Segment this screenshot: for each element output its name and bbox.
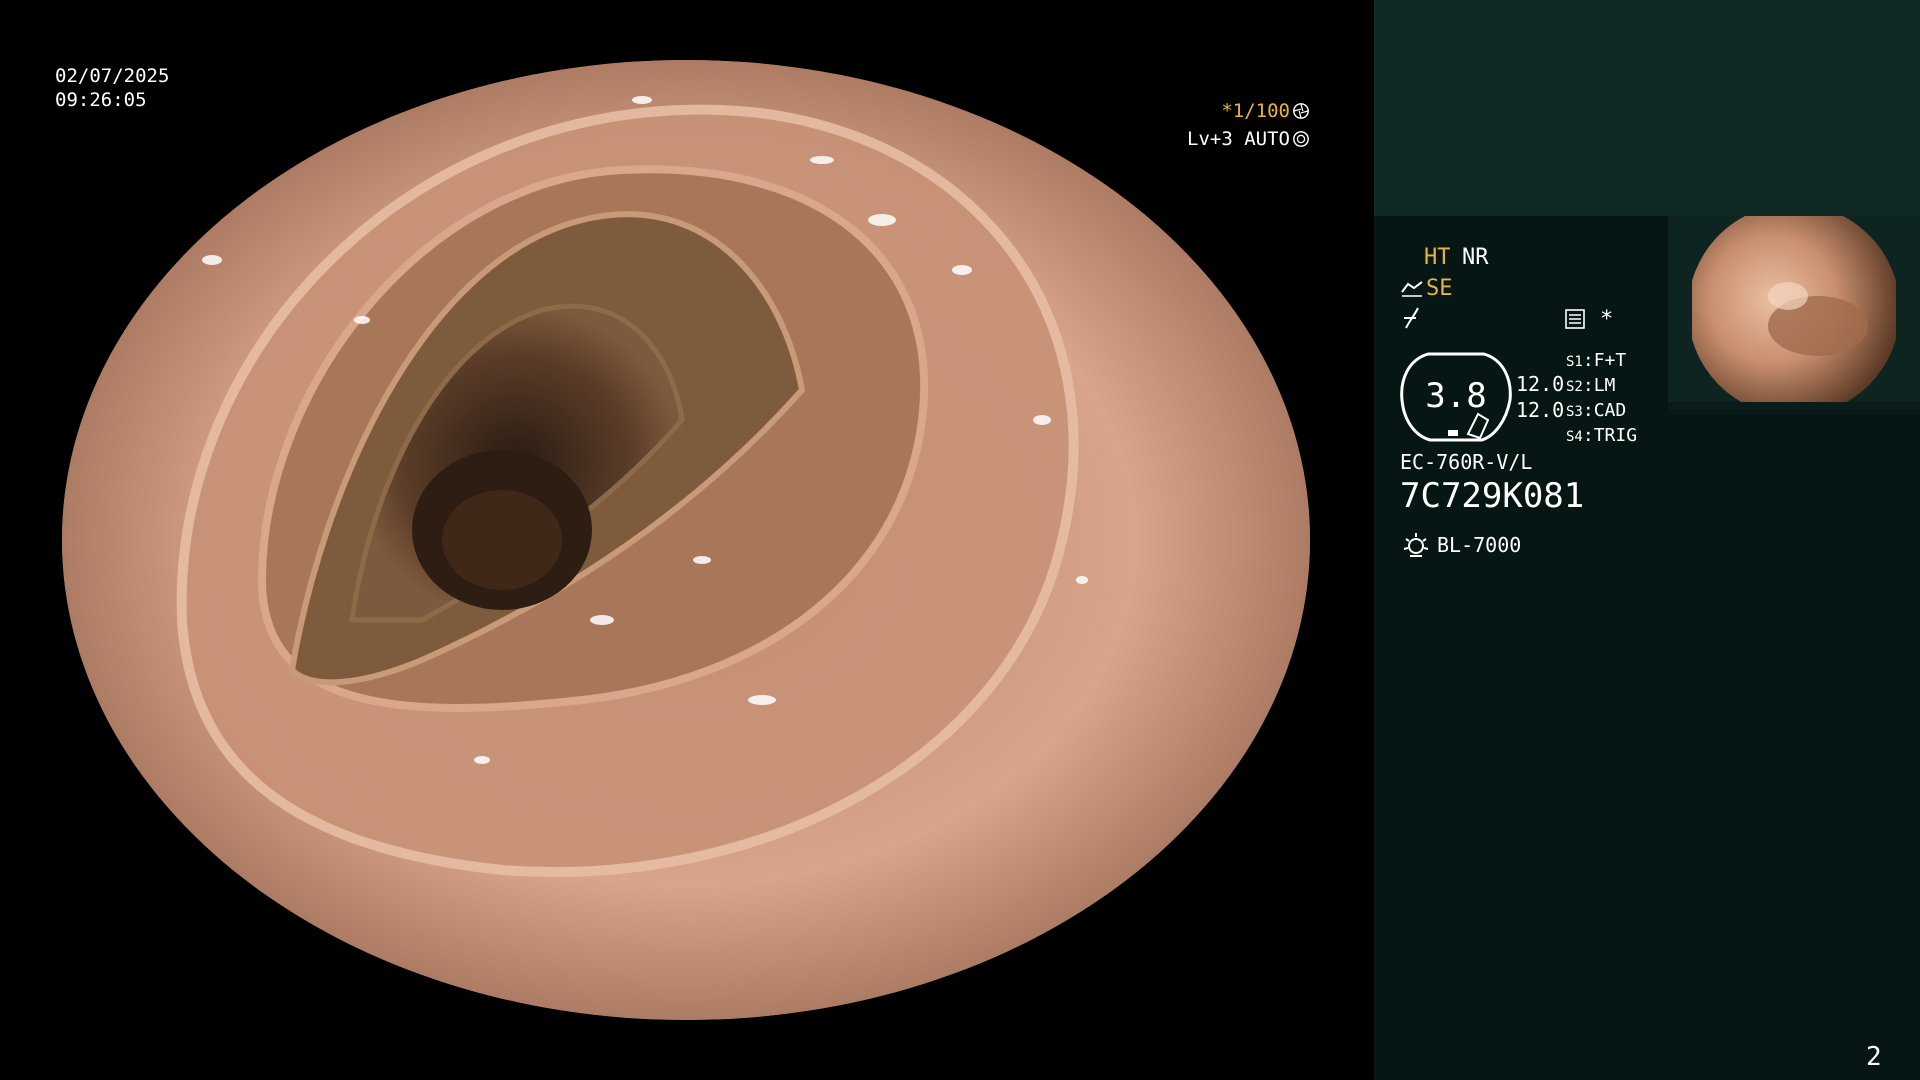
scope-model: EC-760R-V/L — [1400, 450, 1533, 474]
switch-value: F+T — [1593, 350, 1627, 371]
time-label: 09:26:05 — [55, 89, 147, 111]
endoscopy-screen: 02/07/2025 09:26:05 *1/100 Lv+3 AUTO HT … — [0, 0, 1920, 1080]
se-indicator: SE — [1426, 276, 1453, 301]
switch-value: CAD — [1593, 400, 1627, 421]
f-curve-icon — [1404, 307, 1419, 329]
colon-lumen-image — [62, 60, 1310, 1020]
page-number: 2 — [1866, 1042, 1882, 1072]
panel-header-area — [1374, 0, 1920, 216]
capture-thumbnail[interactable] — [1668, 216, 1920, 414]
thumbnail-strip — [1668, 402, 1920, 414]
switch-row-s2: S2:LM — [1566, 375, 1616, 396]
structure-icon — [1565, 309, 1585, 329]
switch-row-s1: S1:F+T — [1566, 350, 1627, 371]
ht-indicator: HT — [1424, 245, 1451, 270]
switch-key: S2 — [1566, 379, 1583, 395]
switch-value: TRIG — [1593, 425, 1638, 446]
asterisk-mark: * — [1600, 307, 1614, 332]
endoscope-view — [62, 60, 1310, 1020]
light-source-icon — [1403, 533, 1429, 557]
date-label: 02/07/2025 — [55, 65, 170, 87]
scope-serial: 7C729K081 — [1400, 476, 1585, 516]
gauge-value: 3.8 — [1425, 376, 1487, 416]
brightness-level: Lv+3 AUTO — [1187, 127, 1310, 151]
switch-key: S1 — [1566, 354, 1583, 370]
shutter-icon — [1293, 103, 1309, 119]
switch-row-s3: S3:CAD — [1566, 400, 1627, 421]
se-icon — [1401, 281, 1423, 297]
level-label: Lv+3 AUTO — [1187, 128, 1290, 150]
shutter-label: *1/100 — [1221, 100, 1290, 122]
auto-iris-icon — [1293, 131, 1309, 147]
thumbnail-image — [1668, 216, 1920, 414]
switch-row-s4: S4:TRIG — [1566, 425, 1638, 446]
value-b: 12.0 — [1516, 398, 1565, 422]
nr-indicator: NR — [1462, 245, 1489, 270]
shutter-speed: *1/100 — [1221, 99, 1310, 123]
switch-key: S3 — [1566, 404, 1583, 420]
switch-key: S4 — [1566, 429, 1583, 445]
light-source-name: BL-7000 — [1437, 533, 1522, 557]
value-a: 12.0 — [1516, 372, 1565, 396]
date-time-display: 02/07/2025 09:26:05 — [55, 64, 169, 112]
switch-value: LM — [1593, 375, 1616, 396]
